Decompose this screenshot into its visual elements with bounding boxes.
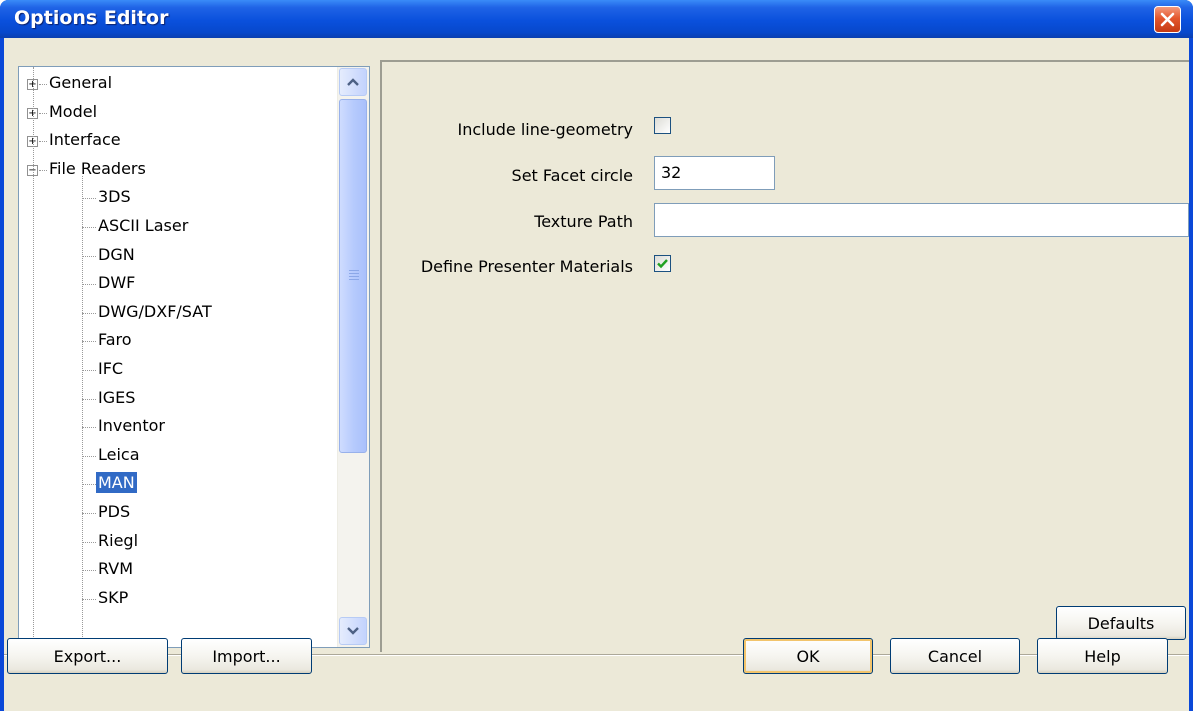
tree-connector [82,398,96,400]
tree-connector [82,598,96,600]
tree-leaf[interactable]: RVM [19,556,335,584]
tree-label: Leica [98,444,140,464]
tree-node[interactable]: + Model [19,99,335,127]
help-button[interactable]: Help [1037,638,1168,674]
tree-root-line [33,67,34,647]
tree-leaf[interactable]: Leica [19,442,335,470]
tree-connector [82,312,96,314]
tree-leaf[interactable]: Inventor [19,413,335,441]
tree-leaf[interactable]: SKP [19,585,335,613]
tree-label: 3DS [98,187,131,207]
close-button[interactable] [1154,6,1181,33]
ok-button[interactable]: OK [743,638,873,674]
tree-connector [82,570,96,572]
tree-label: General [49,73,113,92]
tree-leaf[interactable]: IFC [19,356,335,384]
tree-label: RVM [98,559,133,579]
tree-label: IGES [98,387,136,407]
tree-leaf[interactable]: PDS [19,499,335,527]
close-icon [1160,12,1175,27]
tree-node[interactable]: − File Readers [19,156,335,184]
tree-label: Interface [49,130,121,150]
import-button[interactable]: Import... [181,638,312,674]
tree-label: DGN [98,244,135,264]
tree-connector [82,341,96,343]
tree-connector [39,169,47,171]
tree-connector [39,84,47,85]
tree-connector [82,284,96,286]
facet-circle-input[interactable]: 32 [654,156,775,190]
checkmark-icon [657,259,668,269]
tree-label: Model [49,101,98,121]
include-line-geometry-checkbox[interactable] [654,117,671,134]
tree-scrollbar[interactable] [337,67,369,647]
tree-label-selected: MAN [96,472,137,494]
tree-label: Riegl [98,530,139,550]
tree-leaf[interactable]: DGN [19,242,335,270]
tree-connector [82,513,96,514]
tree-leaf[interactable]: ASCII Laser [19,213,335,241]
tree-connector [82,427,96,429]
tree-label: IFC [98,359,124,378]
presenter-materials-label: Define Presenter Materials [420,257,633,276]
tree-label: DWF [98,273,136,293]
defaults-button[interactable]: Defaults [1056,606,1186,640]
tree-leaf[interactable]: Riegl [19,528,335,556]
tree-label: SKP [98,587,129,607]
tree-label: Faro [98,330,132,350]
tree-connector [82,227,96,228]
tree-node[interactable]: + Interface [19,127,335,155]
texture-path-input[interactable] [654,203,1189,237]
tree-label: ASCII Laser [98,216,189,235]
tree-label: File Readers [49,158,146,178]
scroll-up-button[interactable] [339,68,367,96]
dialog-client-area: + General + Model + Interface − File Readers 3DS… [4,38,1189,711]
tree-leaf[interactable]: 3DS [19,184,335,212]
tree-label: Inventor [98,416,165,436]
presenter-materials-checkbox[interactable] [654,255,671,272]
tree-leaf[interactable]: IGES [19,385,335,413]
cancel-button[interactable]: Cancel [890,638,1020,674]
tree-leaf[interactable]: Faro [19,327,335,355]
tree-connector [82,484,96,486]
chevron-up-icon [347,78,359,86]
tree-label: DWG/DXF/SAT [98,301,212,321]
tree-label: PDS [98,502,131,521]
tree-connector [82,370,96,371]
options-editor-window: Options Editor + General + Model + Interface −… [0,0,1193,711]
scroll-thumb[interactable] [339,99,367,453]
tree-connector [82,455,96,457]
title-bar[interactable]: Options Editor [0,0,1193,38]
tree-connector [39,112,47,114]
grip-line [349,279,359,280]
window-title: Options Editor [14,7,169,29]
tree-leaf[interactable]: MAN [19,470,335,498]
tree-node[interactable]: + General [19,70,335,98]
tree-connector [82,541,96,543]
grip-line [349,270,359,271]
export-button[interactable]: Export... [7,638,168,674]
scroll-down-button[interactable] [339,617,367,645]
tree-connector [82,255,96,257]
grip-line [349,273,359,274]
include-line-geometry-label: Include line-geometry [457,120,633,139]
chevron-down-icon [347,627,359,635]
options-tree[interactable]: + General + Model + Interface − File Readers 3DS… [18,66,370,648]
tree-leaf[interactable]: DWG/DXF/SAT [19,299,335,327]
tree-children-line [82,175,83,647]
tree-connector [39,141,47,143]
tree-leaf[interactable]: DWF [19,270,335,298]
tree-connector [82,198,96,200]
grip-line [349,276,359,277]
texture-path-label: Texture Path [534,212,633,231]
facet-circle-label: Set Facet circle [511,166,633,185]
options-panel: Include line-geometry Set Facet circle 3… [380,60,1189,652]
